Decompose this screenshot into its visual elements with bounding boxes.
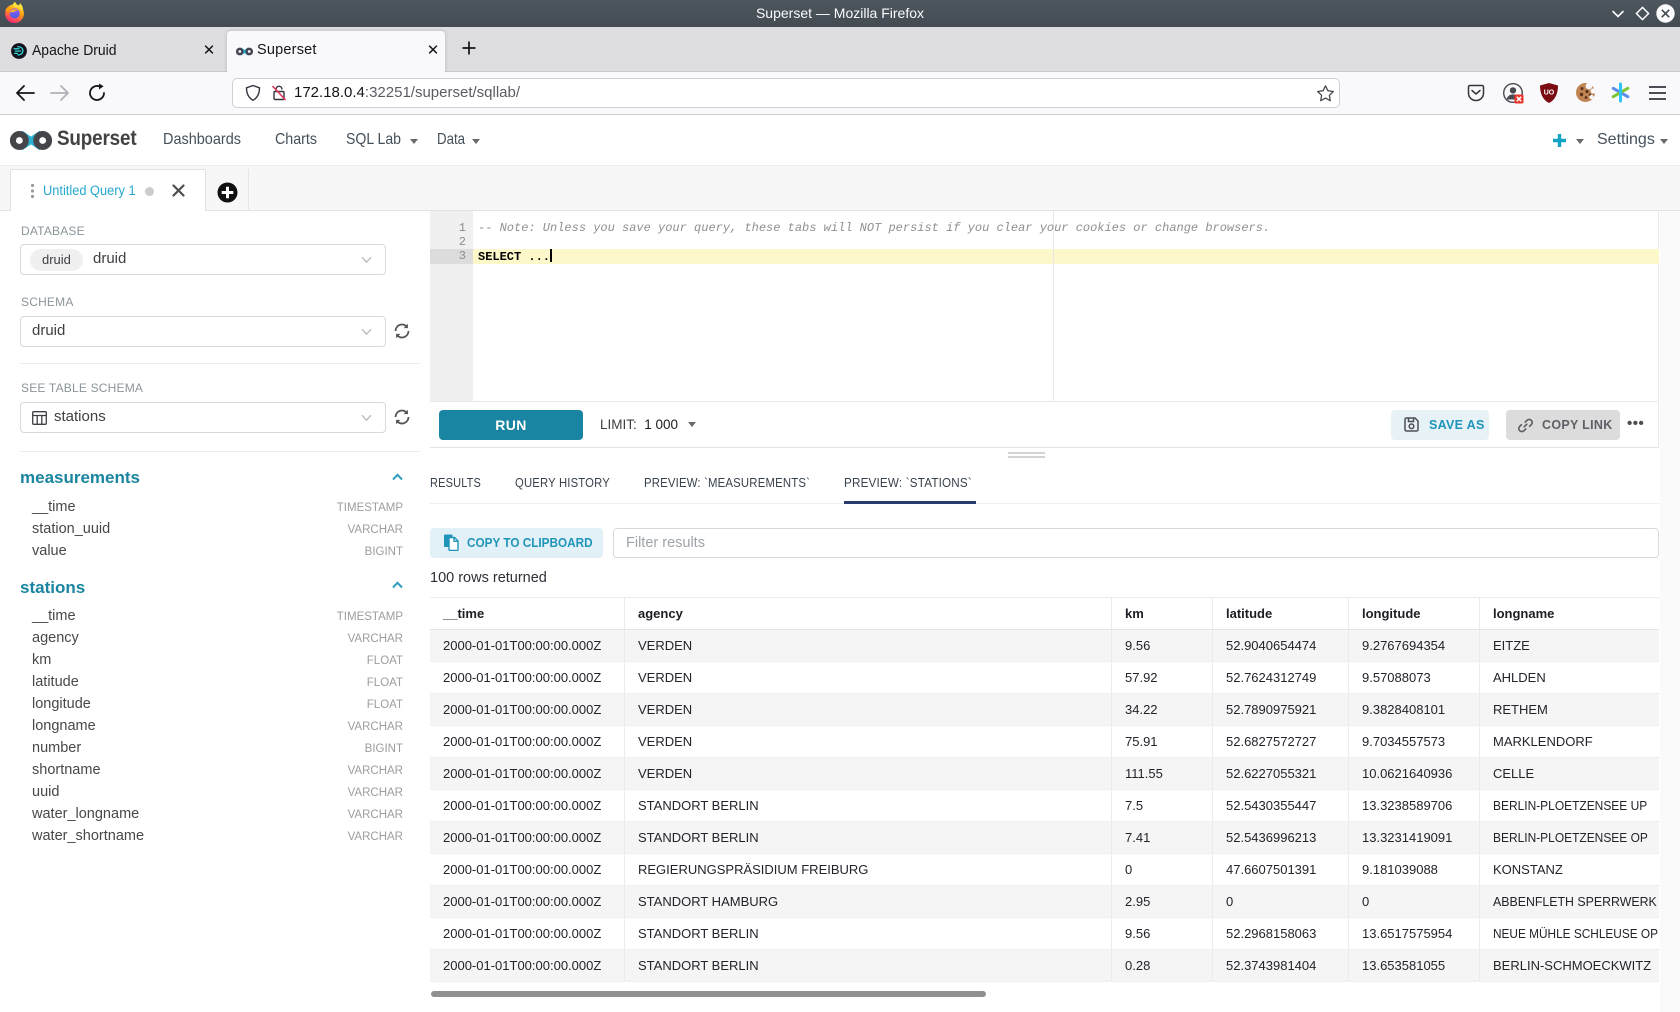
svg-text:UO: UO [1544, 90, 1555, 97]
